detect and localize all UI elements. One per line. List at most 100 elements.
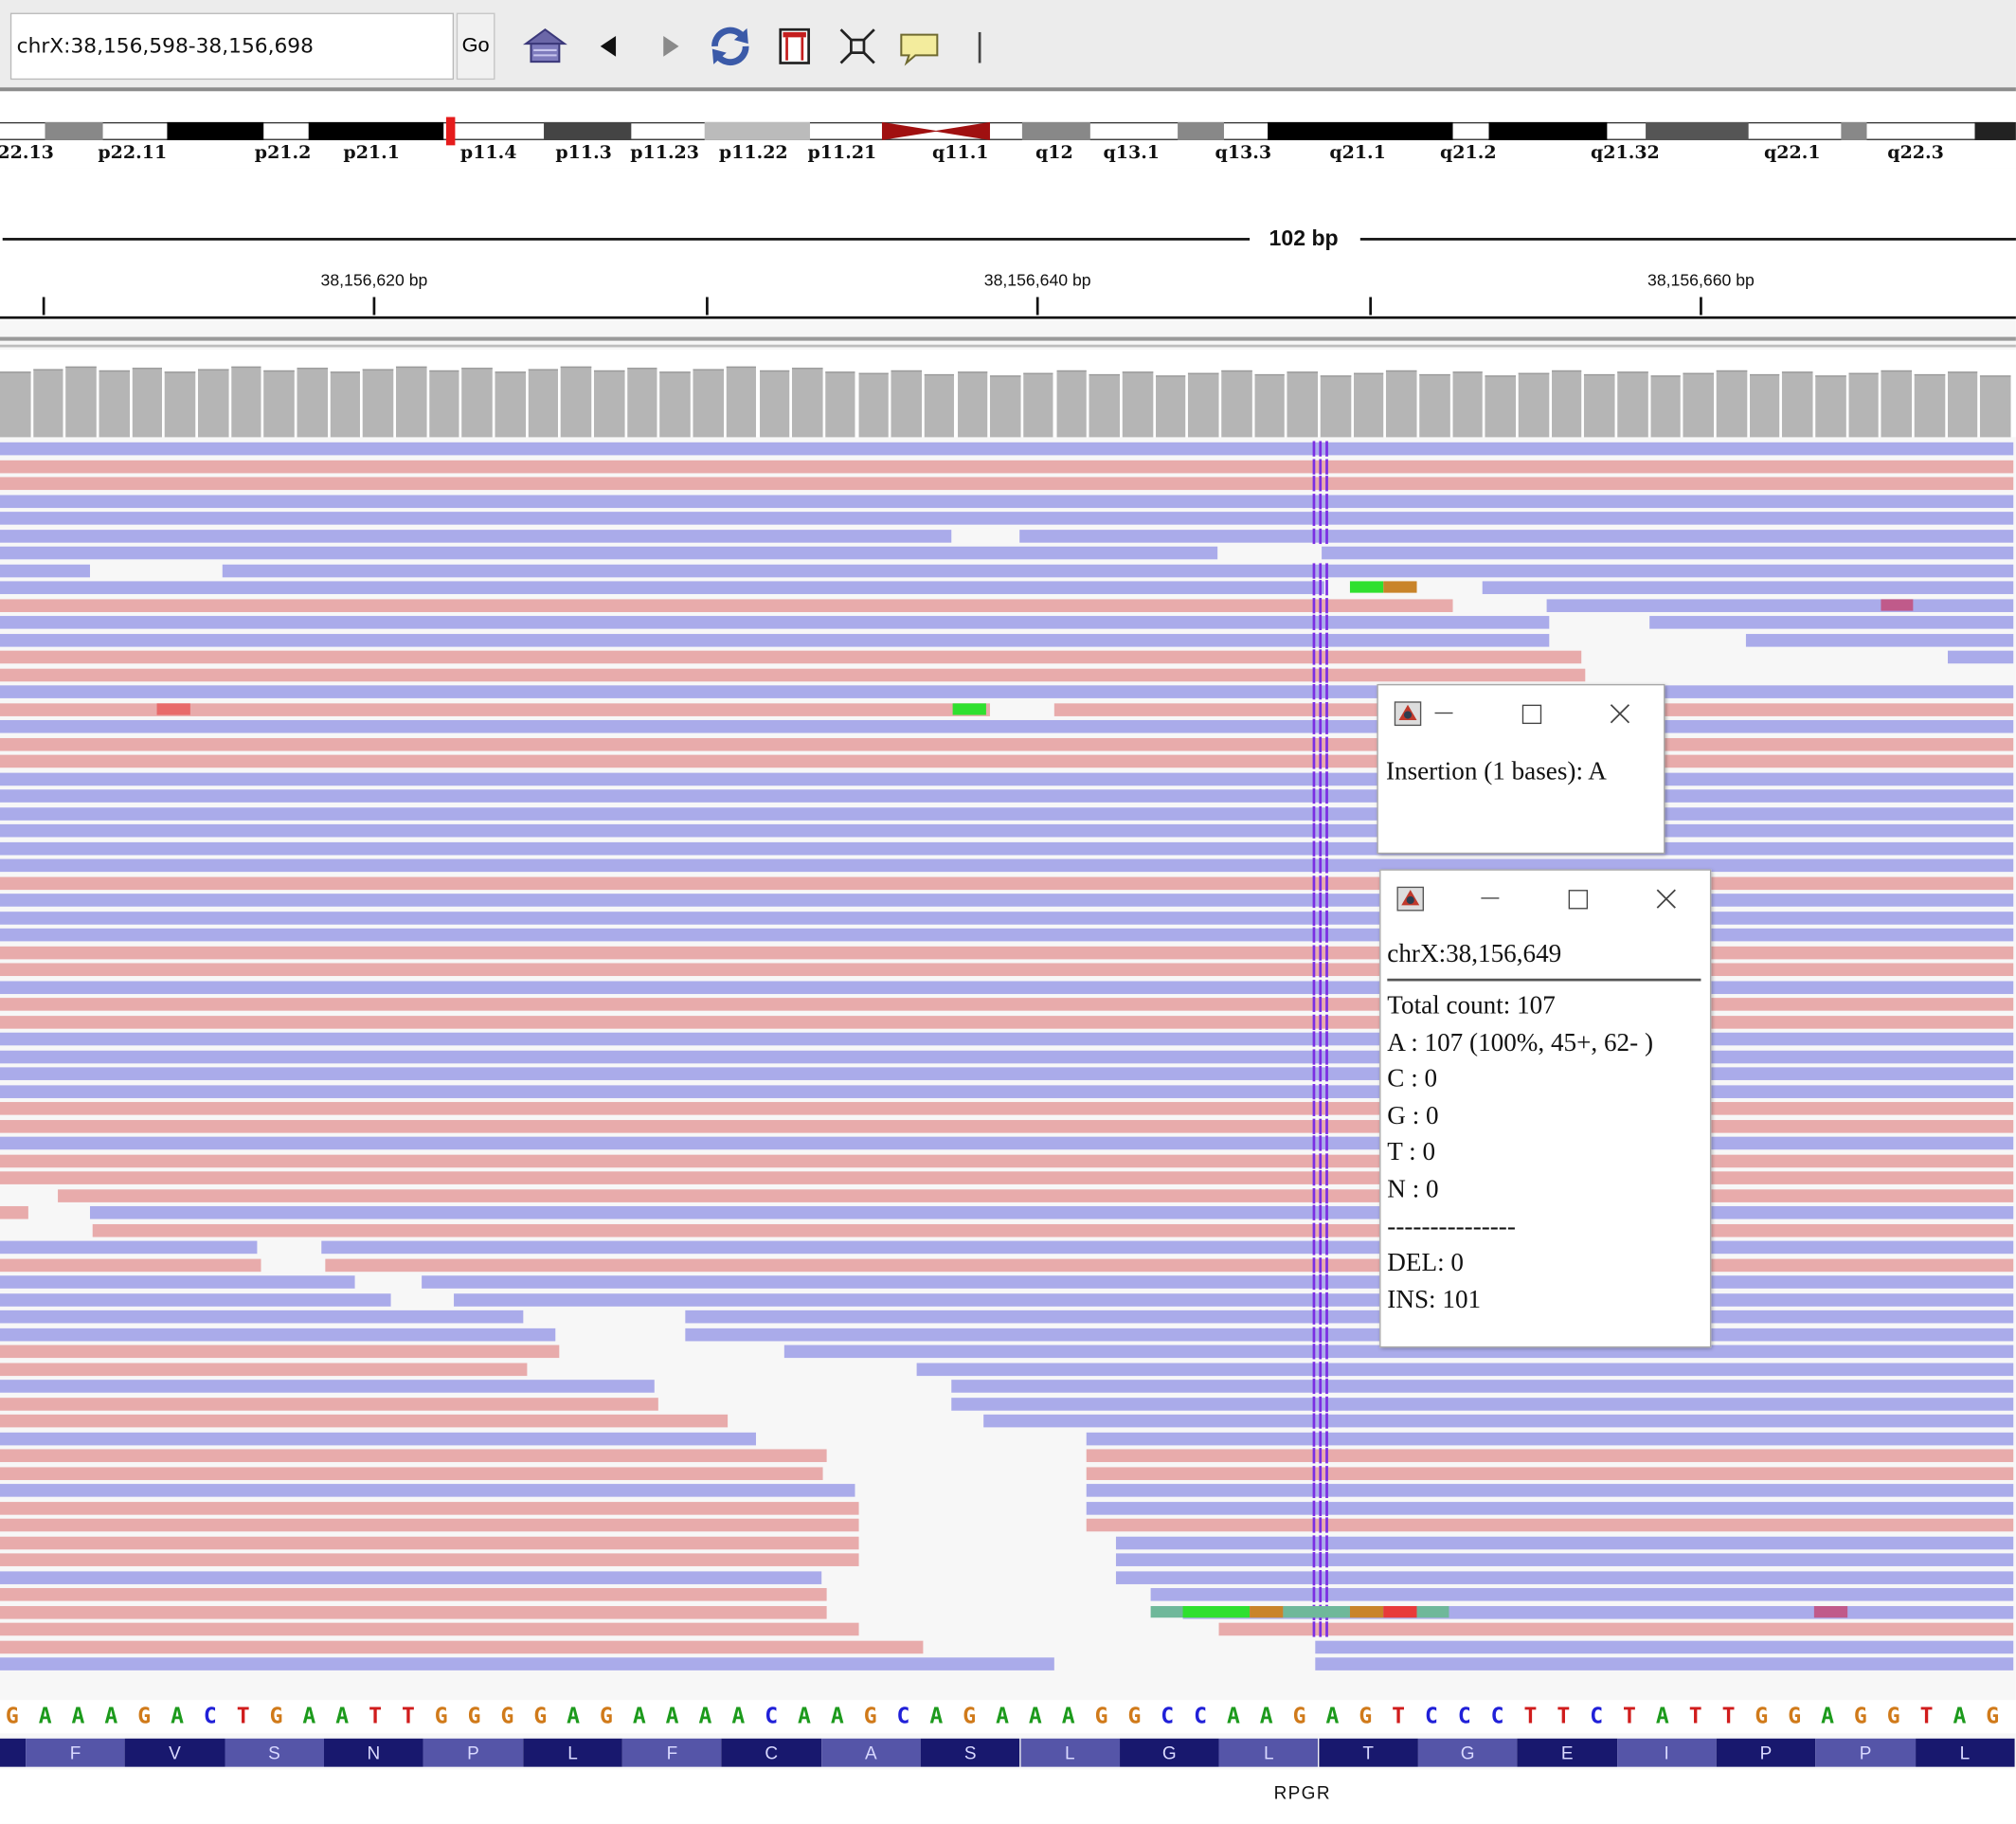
roi-icon[interactable] bbox=[771, 23, 818, 69]
insertion-marker bbox=[1312, 1361, 1328, 1377]
refresh-icon[interactable] bbox=[707, 23, 753, 69]
back-icon[interactable] bbox=[586, 23, 633, 69]
read bbox=[0, 1380, 655, 1393]
coverage-track[interactable] bbox=[0, 350, 2016, 438]
coverage-bar bbox=[924, 373, 955, 438]
coverage-bar bbox=[891, 370, 922, 438]
coverage-bar bbox=[263, 370, 295, 438]
reference-base: A bbox=[71, 1704, 85, 1730]
coverage-bar bbox=[759, 370, 790, 438]
read bbox=[0, 876, 2014, 890]
reference-base: G bbox=[5, 1704, 19, 1730]
amino-acid: T bbox=[1318, 1738, 1418, 1767]
coverage-bar bbox=[1914, 373, 1945, 438]
amino-acid: L bbox=[523, 1738, 622, 1767]
ruler-tick bbox=[1035, 297, 1039, 316]
coverage-bar bbox=[197, 369, 229, 438]
reference-sequence-track: GAAAGACTGAATTGGGGAGAAAACAAGCAGAAAGGCCAAG… bbox=[0, 1700, 2016, 1734]
toolbar: chrX:38,156,598-38,156,698 Go bbox=[0, 0, 2016, 92]
amino-acid: V bbox=[125, 1738, 225, 1767]
coverage-bar bbox=[1022, 372, 1054, 438]
coverage-bar bbox=[132, 368, 163, 438]
forward-icon[interactable] bbox=[647, 23, 693, 69]
mismatch-base bbox=[1881, 598, 1914, 610]
close-icon[interactable] bbox=[1656, 889, 1677, 910]
read bbox=[0, 1136, 2014, 1150]
popup-icon[interactable] bbox=[896, 23, 943, 69]
mismatch-base bbox=[1383, 581, 1417, 593]
mismatch-base bbox=[1182, 1605, 1251, 1617]
alignment-track[interactable] bbox=[0, 441, 2016, 1698]
insertion-marker bbox=[1312, 1100, 1328, 1116]
read bbox=[0, 1622, 859, 1636]
reference-base: C bbox=[1490, 1704, 1504, 1730]
mismatch-base bbox=[1813, 1605, 1848, 1617]
insertion-marker bbox=[1312, 1152, 1328, 1168]
reference-base: T bbox=[369, 1704, 383, 1730]
cytoband bbox=[1178, 121, 1224, 140]
insertion-popup[interactable]: Insertion (1 bases): A bbox=[1377, 683, 1665, 855]
read bbox=[0, 737, 2014, 750]
read bbox=[1315, 1657, 2014, 1670]
go-button[interactable]: Go bbox=[456, 12, 495, 81]
fit-icon[interactable] bbox=[835, 23, 881, 69]
chromosome-ideogram[interactable]: 22.13 p22.11 p21.2 p21.1 p11.4 p11.3 p11.23 p11… bbox=[0, 91, 2016, 169]
reference-base: T bbox=[1623, 1704, 1636, 1730]
coverage-bar bbox=[792, 368, 823, 438]
insertion-marker bbox=[1312, 683, 1328, 700]
reference-base: G bbox=[1986, 1704, 2000, 1730]
coverage-bar bbox=[1419, 373, 1450, 438]
coverage-bar bbox=[363, 369, 394, 438]
read bbox=[321, 1240, 2014, 1255]
coverage-bar bbox=[1782, 371, 1813, 438]
read bbox=[1019, 529, 2014, 543]
popup-line: INS: 101 bbox=[1387, 1285, 1482, 1314]
read bbox=[0, 754, 2014, 768]
reference-base: A bbox=[731, 1704, 746, 1730]
coverage-bar bbox=[1122, 371, 1153, 438]
insertion-marker bbox=[1312, 510, 1328, 527]
minimize-button[interactable] bbox=[1481, 897, 1500, 899]
close-icon[interactable] bbox=[1610, 703, 1630, 724]
insertion-marker bbox=[1312, 927, 1328, 943]
insertion-marker bbox=[1312, 1396, 1328, 1412]
insertion-marker bbox=[1312, 753, 1328, 769]
coverage-bar bbox=[1287, 371, 1318, 438]
read bbox=[1315, 1639, 2014, 1653]
position-popup[interactable]: chrX:38,156,649 Total count: 107 A : 107 … bbox=[1379, 869, 1712, 1348]
current-region-marker bbox=[445, 117, 456, 146]
mismatch-base bbox=[156, 702, 190, 714]
cytoband-label: p11.3 bbox=[555, 142, 612, 164]
read bbox=[0, 1327, 556, 1341]
maximize-button[interactable] bbox=[1568, 890, 1589, 910]
read bbox=[0, 442, 2014, 456]
read bbox=[0, 1205, 28, 1219]
insertion-marker bbox=[1312, 910, 1328, 926]
read bbox=[0, 1345, 560, 1359]
maximize-button[interactable] bbox=[1521, 704, 1542, 725]
popup-line: T : 0 bbox=[1387, 1138, 1436, 1167]
read bbox=[0, 1102, 2014, 1115]
coverage-bar bbox=[230, 366, 262, 438]
amino-acid: L bbox=[1019, 1738, 1120, 1767]
coverage-bar bbox=[990, 375, 1021, 438]
cytoband bbox=[1268, 121, 1453, 140]
span-label: 102 bp bbox=[1269, 226, 1339, 251]
reference-base: T bbox=[1523, 1704, 1538, 1730]
java-app-icon bbox=[1394, 701, 1422, 727]
coverage-bar bbox=[693, 369, 724, 438]
cytoband-label: q13.3 bbox=[1215, 142, 1272, 164]
read bbox=[0, 1588, 827, 1601]
coverage-bar bbox=[1683, 372, 1714, 438]
gene-track[interactable]: RPGR bbox=[0, 1769, 2016, 1824]
popup-position-title: chrX:38,156,649 bbox=[1387, 940, 1562, 968]
home-icon[interactable] bbox=[522, 23, 568, 69]
insertion-marker bbox=[1312, 1239, 1328, 1255]
coverage-bar bbox=[1947, 371, 1978, 438]
insertion-marker bbox=[1312, 632, 1328, 648]
read bbox=[1115, 1536, 2014, 1549]
cytoband-label: q12 bbox=[1035, 142, 1073, 164]
read bbox=[0, 581, 1324, 594]
mismatch-base bbox=[1416, 1605, 1449, 1617]
locus-input[interactable]: chrX:38,156,598-38,156,698 bbox=[9, 12, 455, 81]
